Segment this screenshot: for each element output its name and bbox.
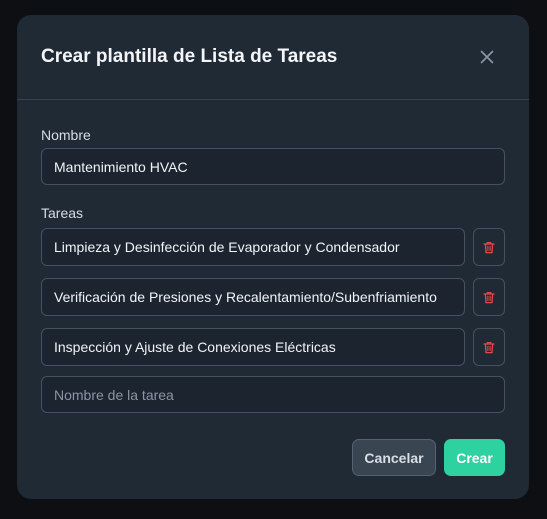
dialog-title: Crear plantilla de Lista de Tareas [41, 46, 338, 67]
task-input-2[interactable] [41, 278, 465, 316]
trash-icon [483, 241, 495, 253]
delete-task-button-2[interactable] [473, 278, 505, 316]
tasks-label: Tareas [41, 205, 84, 221]
trash-icon [483, 341, 495, 353]
name-label: Nombre [41, 127, 91, 143]
task-input-1[interactable] [41, 228, 465, 266]
trash-icon [483, 291, 495, 303]
cancel-button[interactable]: Cancelar [352, 439, 436, 476]
close-icon [480, 50, 494, 64]
create-checklist-template-dialog: Crear plantilla de Lista de Tareas Nombr… [17, 15, 529, 499]
create-button[interactable]: Crear [444, 439, 505, 476]
close-button[interactable] [475, 45, 499, 69]
new-task-input[interactable] [41, 376, 505, 413]
delete-task-button-3[interactable] [473, 328, 505, 366]
task-input-3[interactable] [41, 328, 465, 366]
dialog-header: Crear plantilla de Lista de Tareas [17, 15, 529, 100]
name-input[interactable] [41, 148, 505, 185]
delete-task-button-1[interactable] [473, 228, 505, 266]
